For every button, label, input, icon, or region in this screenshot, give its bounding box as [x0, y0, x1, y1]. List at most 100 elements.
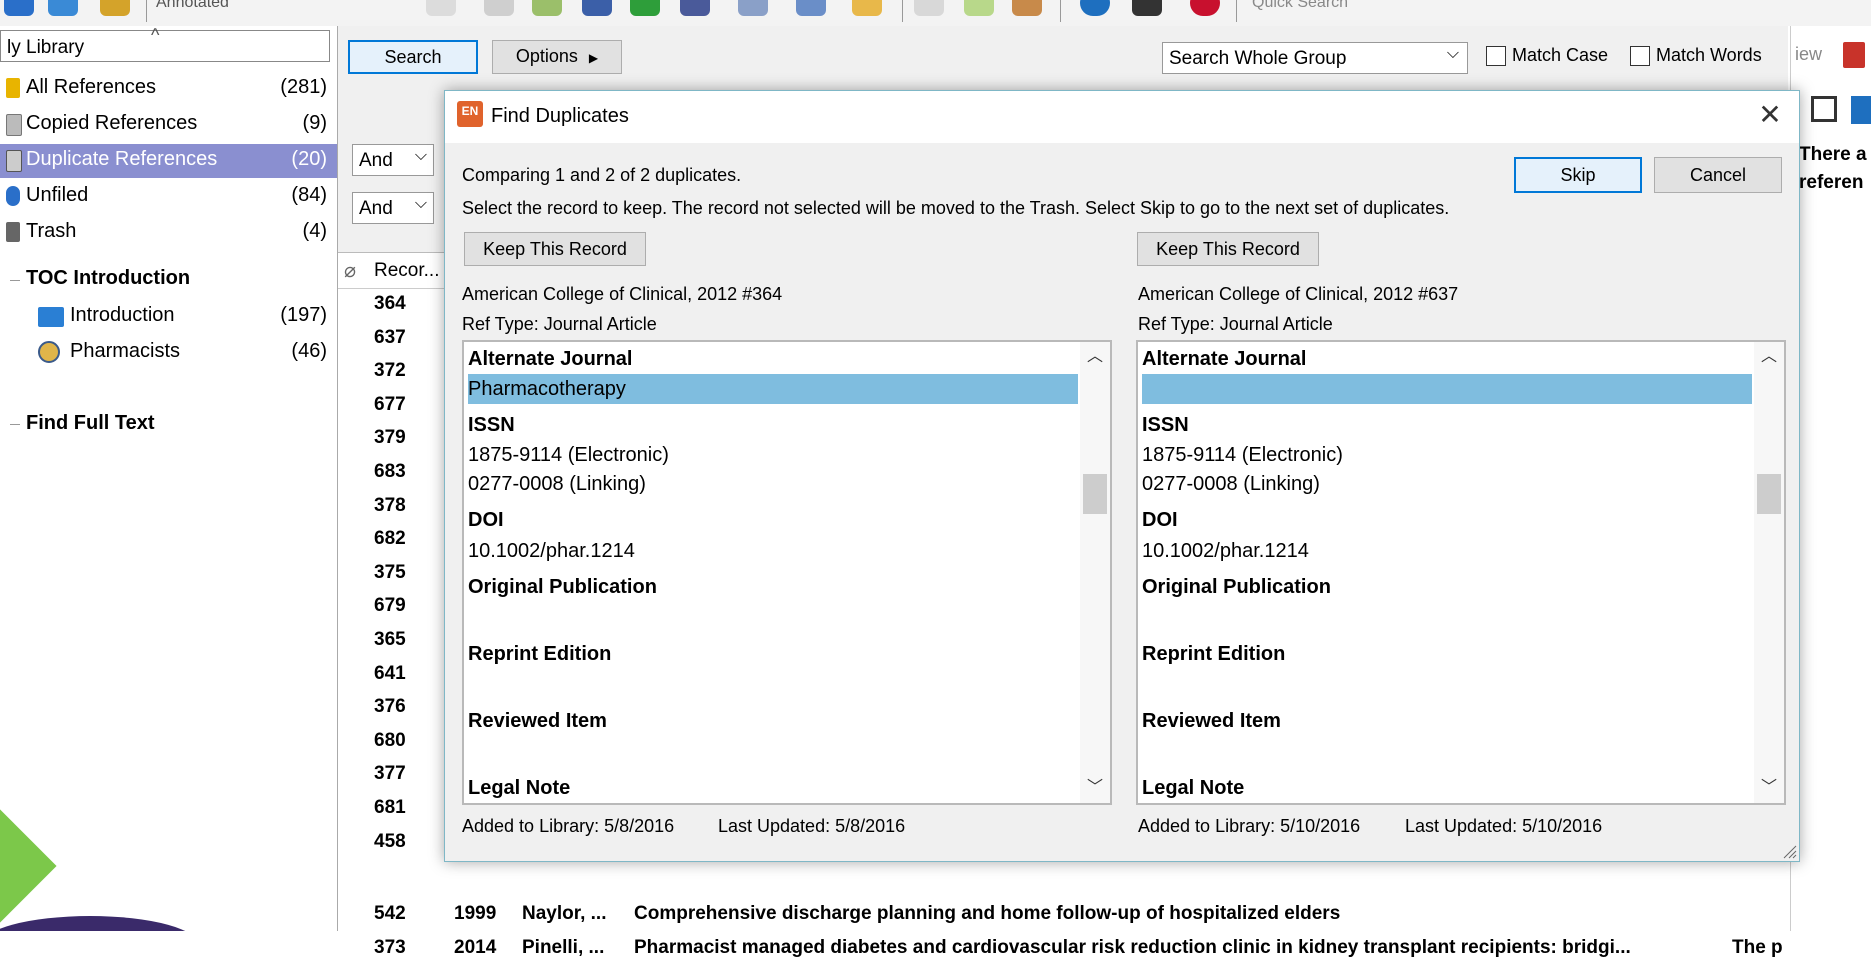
options-button[interactable]: Options ▶ — [492, 40, 622, 74]
field-value: 1875-9114 (Electronic) — [468, 444, 669, 466]
toolbar-first-icon[interactable] — [4, 0, 34, 16]
left-record-fields[interactable]: Alternate Journal Pharmacotherapy ISSN 1… — [462, 340, 1112, 805]
right-scrollbar[interactable]: ︿ ﹀ — [1754, 342, 1784, 803]
record-number: 365 — [374, 629, 406, 650]
resize-grip-icon[interactable] — [1781, 843, 1797, 859]
open-external-icon[interactable] — [1811, 96, 1837, 122]
copied-references-icon — [6, 114, 22, 136]
toolbar-blank-icon[interactable] — [426, 0, 456, 16]
record-number: 375 — [374, 561, 406, 583]
dialog-title: Find Duplicates — [491, 105, 629, 127]
toolbar-style-icon[interactable] — [1012, 0, 1042, 16]
record-number: 376 — [374, 696, 406, 718]
year-cell: 1999 — [454, 903, 497, 924]
unfiled-icon — [6, 186, 20, 206]
toolbar-library-icon[interactable] — [100, 0, 130, 16]
left-added-date: Added to Library: 5/8/2016 — [462, 816, 675, 836]
group-trash[interactable]: Trash (4) — [0, 216, 337, 250]
library-header[interactable]: ly Library ^ — [0, 26, 330, 62]
toolbar-insert-icon[interactable] — [964, 0, 994, 16]
triangle-right-icon: ▶ — [588, 51, 599, 65]
preview-tab[interactable]: iew — [1795, 44, 1822, 65]
toolbar-folder-icon[interactable] — [852, 0, 882, 16]
skip-button[interactable]: Skip — [1514, 157, 1642, 193]
search-button[interactable]: Search — [348, 40, 478, 74]
chevron-down-icon: ⌵ — [1446, 45, 1459, 62]
table-row[interactable]: 373 2014 Pinelli, ... Pharmacist managed… — [338, 932, 1788, 966]
group-count: (20) — [291, 148, 327, 170]
right-record-fields[interactable]: Alternate Journal ISSN 1875-9114 (Electr… — [1136, 340, 1786, 805]
field-label: Reviewed Item — [468, 710, 607, 732]
paperclip-icon[interactable]: ⌀ — [344, 258, 356, 283]
selected-field-highlight[interactable] — [1142, 374, 1752, 404]
toolbar-annotated-label[interactable]: Annotated — [156, 0, 229, 12]
group-count: (84) — [291, 184, 327, 206]
layout-icon[interactable] — [1851, 96, 1871, 124]
match-words-checkbox[interactable] — [1630, 46, 1650, 66]
year-cell: 2014 — [454, 937, 497, 958]
group-count: (4) — [302, 220, 327, 242]
cancel-button[interactable]: Cancel — [1654, 157, 1782, 193]
toolbar-search-online-icon[interactable] — [582, 0, 612, 16]
scroll-up-icon[interactable]: ︿ — [1080, 342, 1110, 372]
group-label: Trash — [26, 220, 77, 242]
group-label: Duplicate References — [26, 148, 218, 170]
scroll-thumb[interactable] — [1757, 474, 1781, 514]
toolbar-link-icon[interactable] — [680, 0, 710, 16]
group-set-find-full-text[interactable]: Find Full Text — [26, 412, 155, 435]
left-scrollbar[interactable]: ︿ ﹀ — [1080, 342, 1110, 803]
toolbar-new-reference-icon[interactable] — [484, 0, 514, 16]
right-citation: American College of Clinical, 2012 #637 — [1138, 284, 1459, 304]
scroll-down-icon[interactable]: ﹀ — [1080, 773, 1110, 803]
left-updated-date: Last Updated: 5/8/2016 — [718, 816, 906, 836]
close-icon[interactable]: ✕ — [1755, 101, 1785, 131]
toolbar-help-icon[interactable] — [1190, 0, 1220, 16]
scroll-up-icon[interactable]: ︿ — [1754, 342, 1784, 372]
toolbar-share-icon[interactable] — [1132, 0, 1162, 16]
toolbar-sync-icon[interactable] — [1080, 0, 1110, 16]
table-row[interactable]: 542 1999 Naylor, ... Comprehensive disch… — [338, 898, 1788, 932]
scroll-down-icon[interactable]: ﹀ — [1754, 773, 1784, 803]
toolbar-download-icon[interactable] — [630, 0, 660, 16]
toolbar-web-icon[interactable] — [796, 0, 826, 16]
field-label: Alternate Journal — [1142, 348, 1307, 370]
group-count: (9) — [302, 112, 327, 134]
desktop-decoration — [0, 916, 200, 931]
toolbar-edit-icon[interactable] — [532, 0, 562, 16]
group-all-references[interactable]: All References (281) — [0, 72, 337, 106]
group-duplicate-references[interactable]: Duplicate References (20) — [0, 144, 337, 178]
chevron-down-icon: ⌵ — [414, 195, 427, 212]
group-count: (197) — [280, 304, 327, 326]
field-label: Original Publication — [468, 576, 657, 598]
pdf-tab-icon[interactable] — [1843, 42, 1865, 68]
search-scope-select[interactable]: Search Whole Group ⌵ — [1162, 42, 1468, 74]
record-number: 641 — [374, 662, 406, 684]
folder-icon — [38, 307, 64, 327]
keep-left-record-button[interactable]: Keep This Record — [464, 232, 646, 266]
collapse-chevron-icon[interactable]: ^ — [151, 26, 159, 46]
record-number: 637 — [374, 326, 406, 348]
scroll-thumb[interactable] — [1083, 474, 1107, 514]
group-unfiled[interactable]: Unfiled (84) — [0, 180, 337, 214]
match-case-checkbox[interactable] — [1486, 46, 1506, 66]
author-cell: Pinelli, ... — [522, 937, 605, 958]
group-label: Pharmacists — [70, 340, 181, 362]
boolean-operator-select-1[interactable]: And ⌵ — [352, 144, 434, 176]
toolbar-copy-icon[interactable] — [738, 0, 768, 16]
record-number-column-header[interactable]: Recor... — [374, 260, 439, 282]
group-pharmacists[interactable]: Pharmacists (46) — [0, 336, 337, 368]
group-count: (281) — [280, 76, 327, 98]
record-number: 677 — [374, 393, 406, 415]
toolbar-globe-icon[interactable] — [48, 0, 78, 16]
keep-right-record-button[interactable]: Keep This Record — [1137, 232, 1319, 266]
field-label: DOI — [468, 509, 504, 531]
toolbar-document-icon[interactable] — [914, 0, 944, 16]
quick-search-input[interactable]: Quick Search — [1252, 0, 1348, 12]
title-cell: Pharmacist managed diabetes and cardiova… — [634, 937, 1631, 958]
record-number: 681 — [374, 797, 406, 818]
group-introduction[interactable]: Introduction (197) — [0, 300, 337, 332]
field-label: Reprint Edition — [1142, 643, 1286, 665]
group-copied-references[interactable]: Copied References (9) — [0, 108, 337, 142]
group-set-toc-introduction[interactable]: TOC Introduction — [26, 267, 190, 290]
boolean-operator-select-2[interactable]: And ⌵ — [352, 192, 434, 224]
